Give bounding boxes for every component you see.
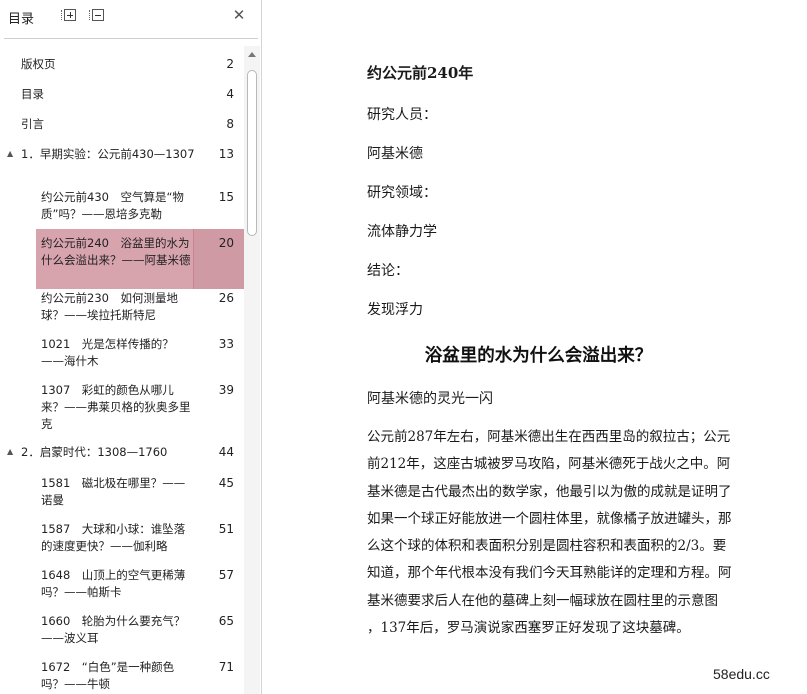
- field-label: 研究领域：: [367, 185, 437, 201]
- body-line: ，137年后，罗马演说家西塞罗正好发现了这块墓碑。: [367, 620, 690, 637]
- toc-item-page: 2: [226, 57, 234, 71]
- body-line: 基米德要求后人在他的墓碑上刻一幅球放在圆柱里的示意图: [367, 592, 718, 609]
- toc-item-page: 51: [218, 522, 234, 536]
- toc-item-page: 4: [226, 87, 234, 101]
- toc-item-page: 45: [218, 476, 234, 490]
- toc-pane: 目录 ✕ 版权页 2 目录 4 引言 8 ▲ 1．早期实验：公元前430—1307 13 约公元前…: [0, 0, 262, 694]
- toc-item-page: 8: [226, 117, 234, 131]
- conclusion-value: 发现浮力: [367, 302, 423, 318]
- researcher-label: 研究人员：: [367, 107, 437, 123]
- toc-item-page: 15: [218, 190, 234, 204]
- toc-item-page: 26: [218, 291, 234, 305]
- expand-all-icon[interactable]: [61, 9, 76, 21]
- conclusion-label: 结论：: [367, 263, 409, 279]
- body-line: 如果一个球正好能放进一个圆柱体里，就像橘子放进罐头，那: [367, 510, 732, 527]
- toc-item-label: 版权页: [21, 57, 56, 71]
- toc-header: 目录 ✕: [0, 0, 262, 36]
- body-line: 么这个球的体积和表面积分别是圆柱容积和表面积的2/3。要: [367, 538, 727, 555]
- toc-item-page: 44: [218, 445, 234, 459]
- body-line: 前212年，这座古城被罗马攻陷，阿基米德死于战火之中。阿: [367, 456, 731, 473]
- toc-divider: [4, 38, 258, 39]
- scroll-thumb[interactable]: [247, 70, 257, 236]
- collapse-all-icon[interactable]: [89, 9, 104, 21]
- toc-item-page: 33: [218, 337, 234, 351]
- toc-item-label: 目录: [21, 87, 44, 101]
- expand-triangle-icon[interactable]: ▲: [7, 447, 13, 456]
- field-value: 流体静力学: [367, 224, 437, 240]
- toc-item-page: 57: [218, 568, 234, 582]
- toc-item-label: 约公元前430 空气算是“物质”吗？——恩培多克勒: [41, 190, 184, 221]
- toc-scrollbar[interactable]: [244, 46, 260, 694]
- toc-item-page: 20: [218, 236, 234, 250]
- toc-item-label: 引言: [21, 117, 44, 131]
- toc-item-label: 2．启蒙时代：1308—1760: [21, 445, 168, 459]
- toc-title: 目录: [8, 12, 35, 27]
- document-pane: 约公元前240年 研究人员： 阿基米德 研究领域： 流体静力学 结论： 发现浮力…: [270, 0, 807, 694]
- body-line: 公元前287年左右，阿基米德出生在西西里岛的叙拉古；公元: [367, 429, 731, 445]
- toc-item-label: 1587 大球和小球：谁坠落的速度更快？——伽利略: [41, 522, 186, 553]
- toc-item-label: 1021 光是怎样传播的？——海什木: [41, 337, 174, 368]
- toc-item-label: 约公元前230 如何测量地球？——埃拉托斯特尼: [41, 291, 178, 322]
- chapter-title: 浴盆里的水为什么会溢出来？: [424, 346, 653, 366]
- body-text: 公元前287年左右，阿基米德出生在西西里岛的叙拉古；公元 前212年，这座古城被罗…: [367, 424, 797, 642]
- body-line: 基米德是古代最杰出的数学家，他最引以为傲的成就是证明了: [367, 483, 732, 500]
- toc-item-page: 65: [218, 614, 234, 628]
- toc-item-page: 39: [218, 383, 234, 397]
- toc-item-label: 约公元前240 浴盆里的水为什么会溢出来？——阿基米德: [41, 236, 191, 267]
- expand-triangle-icon[interactable]: ▲: [7, 149, 13, 158]
- body-line: 知道，那个年代根本没有我们今天耳熟能详的定理和方程。阿: [367, 565, 732, 582]
- toc-item-label: 1648 山顶上的空气更稀薄吗？——帕斯卡: [41, 568, 186, 599]
- toc-item-label: 1581 磁北极在哪里？——诺曼: [41, 476, 186, 507]
- toc-item-label: 1672 “白色”是一种颜色吗？——牛顿: [41, 660, 175, 691]
- date-heading: 约公元前240年: [367, 64, 474, 82]
- watermark: 58edu.cc: [713, 666, 770, 682]
- chapter-subtitle: 阿基米德的灵光一闪: [367, 391, 493, 407]
- close-icon[interactable]: ✕: [230, 5, 248, 25]
- toc-item-label: 1．早期实验：公元前430—1307: [21, 147, 195, 161]
- toc-item-page: 71: [218, 660, 234, 674]
- toc-item-label: 1660 轮胎为什么要充气？——波义耳: [41, 614, 186, 645]
- toc-item-label: 1307 彩虹的颜色从哪儿来？——弗莱贝格的狄奥多里克: [41, 383, 191, 431]
- toc-item-page: 13: [218, 147, 234, 161]
- scroll-up-icon[interactable]: [248, 52, 256, 57]
- researcher-value: 阿基米德: [367, 146, 423, 162]
